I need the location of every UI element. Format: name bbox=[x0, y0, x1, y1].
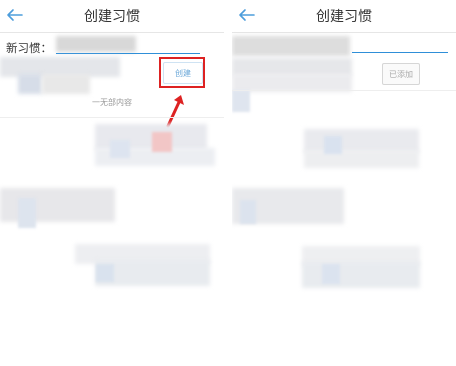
page-title: 创建习惯 bbox=[316, 9, 372, 25]
screenshot-comparison: 创建习惯 新习惯： 创建 一无部内容 创建习惯 已添加 bbox=[0, 0, 456, 366]
page-title: 创建习惯 bbox=[84, 9, 140, 25]
blurred-row bbox=[42, 74, 90, 94]
create-button[interactable]: 创建 bbox=[163, 62, 203, 84]
blurred-row bbox=[302, 262, 420, 288]
blurred-accent bbox=[324, 136, 342, 154]
habit-name-input-underline bbox=[56, 53, 200, 54]
blurred-accent bbox=[18, 198, 36, 228]
top-bar: 创建习惯 bbox=[232, 0, 456, 33]
blurred-accent bbox=[240, 200, 256, 224]
added-button[interactable]: 已添加 bbox=[382, 63, 420, 85]
blurred-accent bbox=[96, 264, 114, 282]
new-habit-label: 新习惯： bbox=[6, 41, 52, 55]
blurred-row bbox=[304, 150, 419, 168]
blurred-accent bbox=[152, 132, 172, 152]
create-habit-screen-right: 创建习惯 已添加 bbox=[232, 0, 456, 366]
blurred-input-area[interactable] bbox=[232, 36, 350, 56]
habit-name-input-blur[interactable] bbox=[56, 36, 136, 52]
create-habit-screen-left: 创建习惯 新习惯： 创建 一无部内容 bbox=[0, 0, 224, 366]
blurred-accent bbox=[322, 264, 340, 284]
empty-hint-text: 一无部内容 bbox=[92, 98, 132, 107]
habit-name-input-underline bbox=[352, 52, 448, 53]
divider bbox=[232, 90, 456, 91]
top-bar: 创建习惯 bbox=[0, 0, 224, 33]
blurred-accent bbox=[110, 140, 130, 158]
blurred-row bbox=[18, 74, 42, 94]
divider bbox=[0, 117, 224, 118]
blurred-accent bbox=[232, 90, 250, 112]
